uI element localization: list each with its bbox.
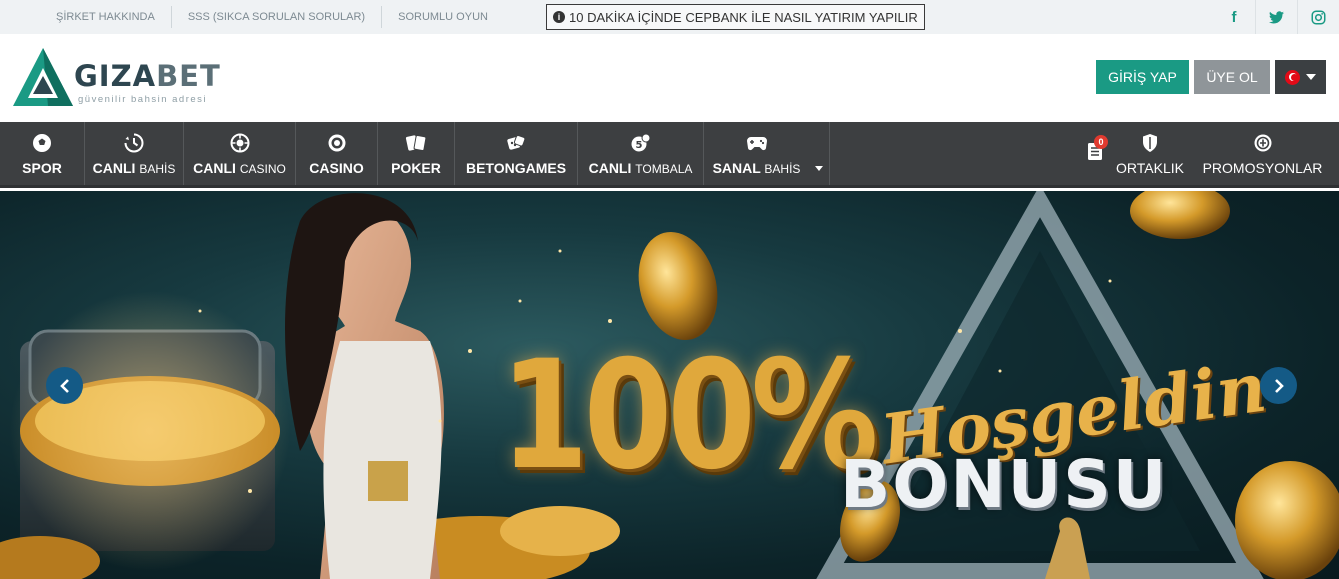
bingo-ball-icon: 5 xyxy=(630,132,652,154)
soccer-ball-icon xyxy=(31,132,53,154)
top-bar: ŞİRKET HAKKINDA SSS (SIKCA SORULAN SORUL… xyxy=(0,0,1339,34)
register-button[interactable]: ÜYE OL xyxy=(1194,60,1270,94)
nav-item-canli-tombala[interactable]: 5 CANLI TOMBALA xyxy=(578,122,704,185)
nav-label: ORTAKLIK xyxy=(1116,159,1184,176)
carousel-next-button[interactable] xyxy=(1260,367,1297,404)
banner-bonus-text: BONUSU xyxy=(840,446,1169,523)
nav-label: CANLI TOMBALA xyxy=(588,159,693,176)
gizabet-logo[interactable]: GIZABET güvenilir bahsin adresi xyxy=(12,46,232,110)
responsible-gaming-link[interactable]: SORUMLU OYUN xyxy=(382,6,504,28)
chevron-down-icon[interactable] xyxy=(815,166,823,171)
nav-item-canli-bahis[interactable]: CANLI BAHİS xyxy=(85,122,184,185)
logo-wordmark: GIZABET xyxy=(74,60,221,92)
nav-label: POKER xyxy=(391,159,441,176)
nav-label: CANLI CASINO xyxy=(193,159,286,176)
about-company-link[interactable]: ŞİRKET HAKKINDA xyxy=(40,6,172,28)
hero-banner[interactable]: 100% Hoşgeldin BONUSU xyxy=(0,191,1339,579)
nav-label: SANAL BAHİS xyxy=(712,159,801,176)
betslip-button[interactable] xyxy=(1078,122,1112,185)
nav-item-promosyonlar[interactable]: PROMOSYONLAR xyxy=(1200,122,1325,185)
nav-item-canli-casino[interactable]: CANLI CASINO xyxy=(184,122,296,185)
notice-text: 10 DAKİKA İÇİNDE CEPBANK İLE NASIL YATIR… xyxy=(569,9,918,25)
turkey-flag-icon xyxy=(1285,69,1300,85)
nav-item-ortaklik[interactable]: ORTAKLIK xyxy=(1112,122,1188,185)
cards-icon xyxy=(405,132,427,154)
site-header: GIZABET güvenilir bahsin adresi GİRİŞ YA… xyxy=(0,34,1339,122)
instagram-icon[interactable] xyxy=(1297,0,1339,34)
facebook-icon[interactable]: f xyxy=(1213,0,1255,34)
nav-label: SPOR xyxy=(22,159,62,176)
main-nav: SPOR CANLI BAHİS CANLI CASINO CASINO POK… xyxy=(0,122,1339,188)
language-selector[interactable] xyxy=(1275,60,1326,94)
chevron-left-icon xyxy=(59,378,69,393)
shield-icon xyxy=(1139,132,1161,154)
banner-headline: 100% xyxy=(500,329,879,503)
faq-link[interactable]: SSS (SIKCA SORULAN SORULAR) xyxy=(172,6,383,28)
betslip-count-badge: 0 xyxy=(1094,135,1108,149)
logo-tagline: güvenilir bahsin adresi xyxy=(78,94,208,105)
dice-icon xyxy=(505,132,527,154)
nav-item-betongames[interactable]: BETONGAMES xyxy=(455,122,578,185)
nav-item-sanal-bahis[interactable]: SANAL BAHİS xyxy=(704,122,830,185)
cepbank-notice-link[interactable]: i 10 DAKİKA İÇİNDE CEPBANK İLE NASIL YAT… xyxy=(546,4,925,30)
nav-item-poker[interactable]: POKER xyxy=(378,122,455,185)
nav-label: BETONGAMES xyxy=(465,159,567,176)
top-links: ŞİRKET HAKKINDA SSS (SIKCA SORULAN SORUL… xyxy=(40,0,504,34)
nav-item-spor[interactable]: SPOR xyxy=(0,122,85,185)
login-button[interactable]: GİRİŞ YAP xyxy=(1096,60,1189,94)
nav-label: CASINO xyxy=(309,159,364,176)
info-icon: i xyxy=(553,11,565,23)
nav-item-casino[interactable]: CASINO xyxy=(296,122,378,185)
svg-text:5: 5 xyxy=(635,140,642,151)
chevron-right-icon xyxy=(1274,378,1284,393)
nav-label: CANLI BAHİS xyxy=(92,159,176,176)
chip-icon xyxy=(326,132,348,154)
chevron-down-icon xyxy=(1306,74,1316,80)
social-links: f xyxy=(1213,0,1339,34)
roulette-icon xyxy=(229,132,251,154)
gamepad-icon xyxy=(746,132,768,154)
logo-word-giza: GIZA xyxy=(74,59,157,93)
carousel-prev-button[interactable] xyxy=(46,367,83,404)
nav-label: PROMOSYONLAR xyxy=(1202,159,1323,176)
gift-icon xyxy=(1252,132,1274,154)
logo-word-bet: BET xyxy=(156,59,221,93)
twitter-icon[interactable] xyxy=(1255,0,1297,34)
clock-icon xyxy=(123,132,145,154)
pyramid-logo-icon xyxy=(13,48,73,106)
